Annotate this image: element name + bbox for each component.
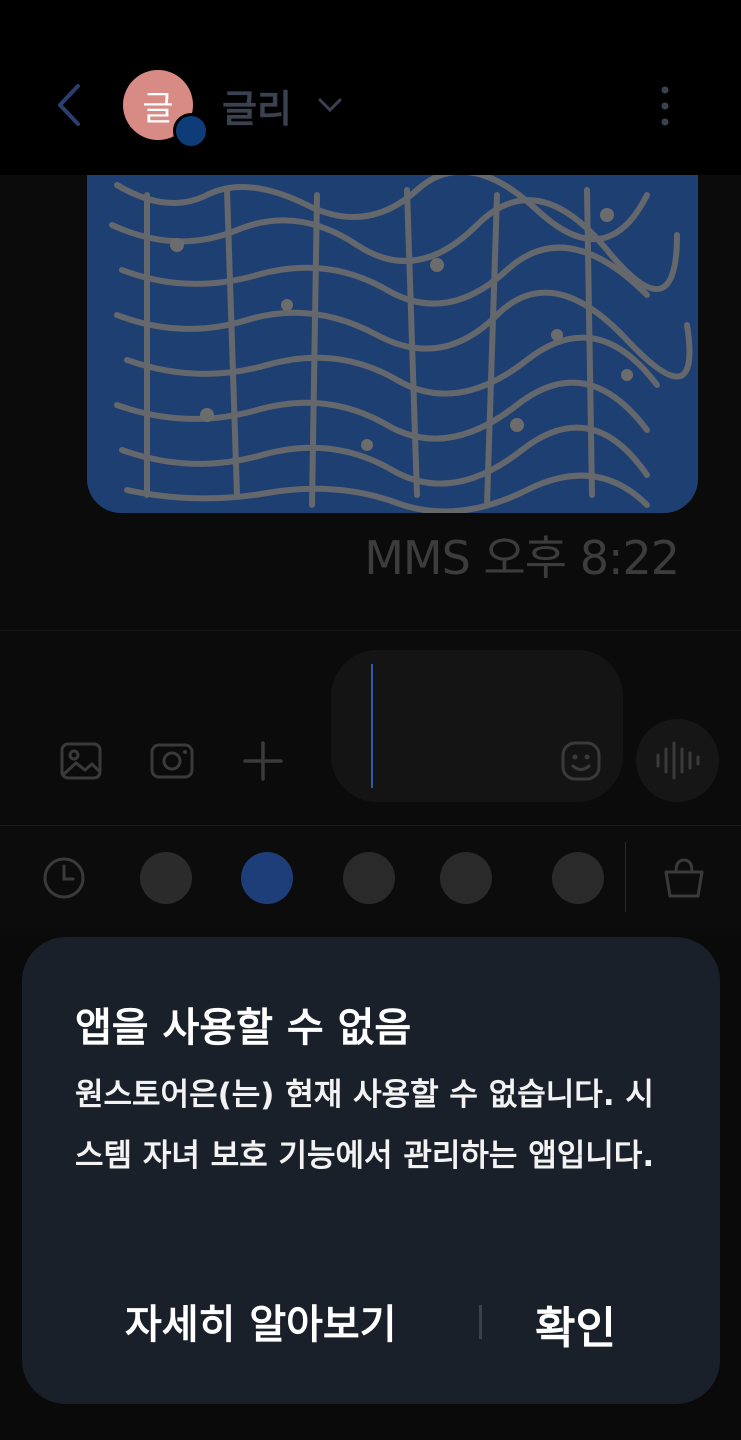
back-icon[interactable] <box>50 80 90 130</box>
learn-more-button[interactable]: 자세히 알아보기 <box>125 1292 397 1350</box>
sticker-pack-4[interactable] <box>440 852 492 904</box>
confirm-button[interactable]: 확인 <box>535 1292 616 1356</box>
chevron-down-icon[interactable] <box>317 96 343 114</box>
tab-divider <box>625 842 626 912</box>
scribble-image <box>109 175 693 513</box>
plus-icon[interactable] <box>239 737 287 785</box>
gallery-icon[interactable] <box>57 737 105 785</box>
sticker-pack-5[interactable] <box>552 852 604 904</box>
text-caret <box>371 664 373 788</box>
sticker-pack-1[interactable] <box>140 852 192 904</box>
avatar-badge <box>173 113 209 149</box>
sticker-pack-3[interactable] <box>343 852 395 904</box>
emoji-icon[interactable] <box>557 737 605 785</box>
message-timestamp: MMS 오후 8:22 <box>364 531 680 585</box>
top-bar <box>0 0 741 175</box>
dialog-title: 앱을 사용할 수 없음 <box>75 1005 412 1051</box>
message-bubble[interactable] <box>87 175 698 513</box>
contact-name[interactable]: 글리 <box>222 78 292 133</box>
button-divider <box>479 1305 482 1339</box>
camera-icon[interactable] <box>148 737 196 785</box>
recent-icon[interactable] <box>40 854 88 902</box>
more-icon[interactable] <box>650 84 680 128</box>
sticker-pack-2[interactable] <box>241 852 293 904</box>
dialog-message: 원스토어은(는) 현재 사용할 수 없습니다. 시스템 자녀 보호 기능에서 관… <box>75 1077 655 1174</box>
basket-icon[interactable] <box>660 854 708 902</box>
voice-icon <box>656 741 700 780</box>
voice-button[interactable] <box>636 719 719 802</box>
